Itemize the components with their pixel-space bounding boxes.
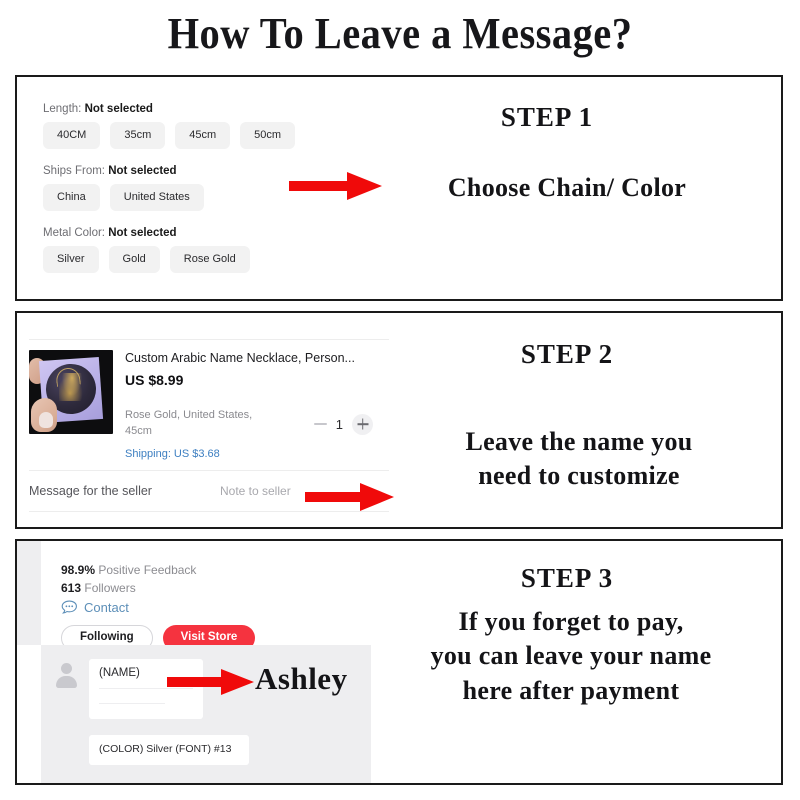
step1-options: Length: Not selected 40CM 35cm 45cm 50cm… (43, 103, 296, 299)
option-label-ships-from: Ships From: Not selected (43, 165, 295, 184)
step3-caption-line1: If you forget to pay, (458, 607, 684, 636)
step2-panel: Custom Arabic Name Necklace, Person... U… (15, 311, 783, 529)
step1-panel: Length: Not selected 40CM 35cm 45cm 50cm… (15, 75, 783, 301)
avatar-body (56, 676, 77, 688)
step3-caption-line2: you can leave your name (430, 641, 712, 671)
message-seller-label: Message for the seller (29, 484, 152, 499)
step3-heading: STEP 3 (520, 563, 614, 593)
option-label-length: Length: Not selected (43, 103, 295, 122)
chat-bubble-icon (61, 600, 77, 614)
option-label-value: Not selected (108, 165, 177, 177)
highlight-name: Ashley (255, 661, 348, 696)
product-price: US $8.99 (125, 372, 184, 389)
contact-label: Contact (84, 600, 129, 615)
seller-feedback-label: Positive Feedback (98, 563, 197, 577)
order-meta-text: (COLOR) Silver (FONT) #13 (99, 743, 232, 755)
option-label-prefix: Ships From: (43, 165, 105, 177)
step2-heading: STEP 2 (520, 339, 614, 369)
step2-caption: Leave the name you need to customize (383, 425, 775, 494)
option-label-prefix: Length: (43, 103, 82, 115)
option-chip[interactable]: 45cm (175, 122, 231, 149)
seller-feedback: 98.9% Positive Feedback (61, 561, 255, 579)
option-label-metal-color: Metal Color: Not selected (43, 227, 295, 246)
step3-panel: 98.9% Positive Feedback 613 Followers Co… (15, 539, 783, 785)
option-chip[interactable]: Gold (108, 246, 160, 273)
step1-heading: STEP 1 (500, 102, 594, 132)
step3-caption-line3: here after payment (462, 675, 680, 705)
cart-item-row: Custom Arabic Name Necklace, Person... U… (29, 340, 389, 460)
thumbnail-hand-finger (31, 398, 57, 432)
minus-icon[interactable] (313, 423, 327, 426)
thumbnail-fingernail (39, 412, 53, 428)
page-title: How To Leave a Message? (167, 9, 633, 58)
avatar (55, 663, 79, 689)
shipping-cost: Shipping: US $3.68 (125, 448, 220, 461)
option-chip[interactable]: Silver (43, 246, 99, 273)
option-choices-metal-color: Silver Gold Rose Gold (43, 246, 295, 273)
step2-caption-line2: need to customize (478, 461, 680, 491)
product-variant: Rose Gold, United States, 45cm (125, 409, 253, 438)
seller-followers-label: Followers (84, 581, 136, 595)
option-chip[interactable]: United States (109, 184, 204, 211)
step2-caption-line1: Leave the name you (465, 427, 693, 456)
contact-link[interactable]: Contact (61, 600, 255, 615)
chat-bubble-meta[interactable]: (COLOR) Silver (FONT) #13 (89, 735, 249, 765)
quantity-value: 1 (335, 416, 343, 432)
infographic-page: How To Leave a Message? Length: Not sele… (0, 0, 800, 800)
variant-row: Rose Gold, United States, 45cm 1 (125, 408, 389, 440)
quantity-stepper[interactable]: 1 (313, 413, 389, 435)
note-to-seller-placeholder[interactable]: Note to seller (220, 484, 291, 498)
thumbnail-arabic-pendant (59, 373, 85, 401)
product-title[interactable]: Custom Arabic Name Necklace, Person... (125, 350, 389, 366)
option-chip[interactable]: 40CM (43, 122, 101, 149)
option-choices-length: 40CM 35cm 45cm 50cm (43, 122, 296, 149)
option-label-prefix: Metal Color: (43, 227, 105, 239)
plus-icon[interactable] (352, 413, 373, 435)
cart-item-info: Custom Arabic Name Necklace, Person... U… (113, 350, 389, 460)
option-label-value: Not selected (108, 227, 177, 239)
option-chip[interactable]: China (43, 184, 100, 211)
option-group-length: Length: Not selected 40CM 35cm 45cm 50cm (43, 103, 296, 149)
option-group-ships-from: Ships From: Not selected China United St… (43, 165, 295, 211)
product-thumbnail[interactable] (29, 350, 113, 434)
option-chip[interactable]: 35cm (110, 122, 166, 149)
option-group-metal-color: Metal Color: Not selected Silver Gold Ro… (43, 227, 295, 273)
option-label-value: Not selected (84, 103, 153, 115)
option-chip[interactable]: Rose Gold (169, 246, 250, 273)
option-choices-ships-from: China United States (43, 184, 295, 211)
seller-info: 98.9% Positive Feedback 613 Followers Co… (61, 561, 256, 651)
avatar-head (61, 663, 72, 674)
seller-left-strip (17, 541, 41, 645)
arrow-right-icon (167, 669, 254, 695)
arrow-right-icon (305, 483, 394, 511)
cart-top-spacer (29, 313, 389, 339)
seller-feedback-value: 98.9% (61, 563, 96, 577)
bubble-ghost-line (99, 703, 165, 704)
seller-followers: 613 Followers (61, 579, 255, 597)
step1-caption: Choose Chain/ Color (447, 173, 687, 202)
step3-caption: If you forget to pay, you can leave your… (371, 605, 771, 708)
option-chip[interactable]: 50cm (240, 122, 296, 149)
seller-followers-value: 613 (61, 581, 82, 595)
